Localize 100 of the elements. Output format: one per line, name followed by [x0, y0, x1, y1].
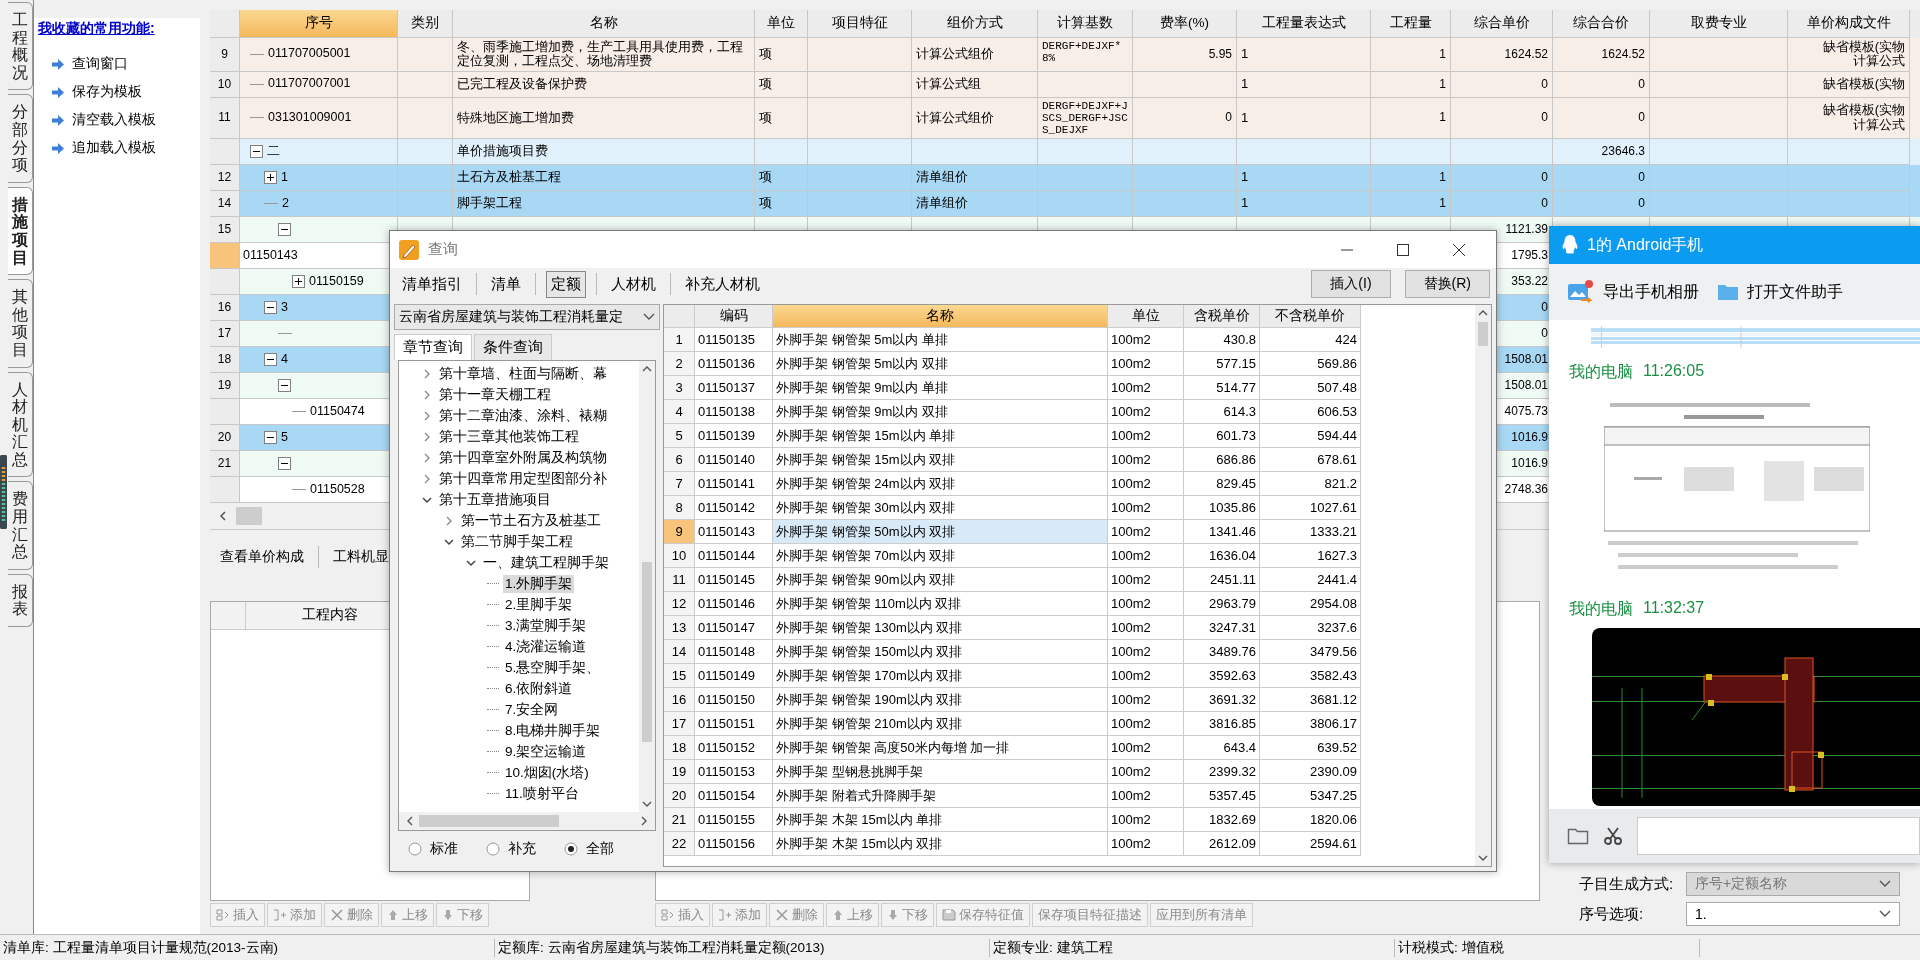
row-header[interactable]: 14: [664, 640, 695, 664]
radio-label[interactable]: 全部: [586, 840, 614, 858]
tree-item[interactable]: 第十五章措施项目: [437, 490, 553, 509]
row-header[interactable]: 16: [210, 294, 240, 321]
library-dropdown[interactable]: 云南省房屋建筑与装饰工程消耗量定: [394, 304, 660, 330]
row-header[interactable]: 20: [664, 784, 695, 808]
scrollbar[interactable]: [399, 812, 655, 830]
radio-button[interactable]: [486, 842, 500, 856]
row-header[interactable]: 1: [664, 328, 695, 352]
expand-toggle[interactable]: [278, 378, 291, 392]
row-header[interactable]: 9: [210, 38, 240, 72]
row-header[interactable]: 11: [664, 568, 695, 592]
favorite-link[interactable]: 追加载入模板: [72, 139, 156, 157]
tree-item[interactable]: 第十一章天棚工程: [437, 385, 553, 404]
column-header[interactable]: 序号: [240, 10, 398, 38]
scroll-right-icon[interactable]: [639, 815, 649, 827]
tree-item[interactable]: 1.外脚手架: [503, 574, 575, 593]
scrollbar-thumb[interactable]: [642, 561, 652, 742]
side-tab[interactable]: 工程概况: [8, 2, 33, 91]
row-header[interactable]: 14: [210, 190, 240, 217]
side-tab[interactable]: 措施项目: [8, 186, 33, 276]
tree-item[interactable]: 10.烟囱(水塔): [503, 763, 591, 782]
row-header[interactable]: 19: [664, 760, 695, 784]
expand-toggle[interactable]: [264, 170, 277, 184]
maximize-icon[interactable]: [1396, 242, 1410, 257]
row-header[interactable]: 16: [664, 688, 695, 712]
expand-toggle[interactable]: [250, 144, 263, 158]
tree-item[interactable]: 2.里脚手架: [503, 595, 575, 614]
row-header[interactable]: 21: [210, 450, 240, 477]
radio-label[interactable]: 标准: [430, 840, 458, 858]
tree-item[interactable]: 8.电梯井脚手架: [503, 721, 603, 740]
radio-label[interactable]: 补充: [508, 840, 536, 858]
column-header[interactable]: 含税单价: [1184, 305, 1260, 328]
tree-item[interactable]: 6.依附斜道: [503, 679, 575, 698]
toolbar-link[interactable]: 导出手机相册: [1603, 281, 1699, 303]
column-header[interactable]: 名称: [773, 305, 1108, 328]
scrollbar-thumb[interactable]: [419, 815, 559, 827]
table-row[interactable]: 二 单价措施项目费 23646.3: [210, 138, 1920, 165]
folder-icon[interactable]: [1567, 827, 1589, 845]
table-row[interactable]: 11 031301009001 特殊地区施工增加费 项 计算公式组价 DERGF+DEJXF+JSCS_DERGF+JSCS_DEJXF 0 1 1 0 0 缺省模板(实物 计算公式: [210, 97, 1920, 139]
row-header[interactable]: 15: [664, 664, 695, 688]
table-row[interactable]: 12 1 土石方及桩基工程 项 清单组价 1 1 0 0: [210, 164, 1920, 191]
row-header[interactable]: 17: [664, 712, 695, 736]
tree-item[interactable]: 11.喷射平台: [503, 784, 581, 803]
row-header[interactable]: 21: [664, 808, 695, 832]
row-header[interactable]: 18: [664, 736, 695, 760]
table-row[interactable]: 14 2 脚手架工程 项 清单组价 1 1 0 0: [210, 190, 1920, 217]
tab[interactable]: 清单: [487, 271, 525, 297]
dialog-button[interactable]: 插入(I): [1311, 270, 1391, 298]
dropdown[interactable]: 1.: [1686, 902, 1900, 927]
scroll-left-icon[interactable]: [405, 815, 415, 827]
expand-toggle[interactable]: [278, 222, 291, 236]
tree-item[interactable]: 第十二章油漆、涂料、裱糊: [437, 406, 609, 425]
side-tab[interactable]: 报表: [8, 573, 33, 628]
tab[interactable]: 定额: [546, 270, 586, 298]
row-header[interactable]: 13: [664, 616, 695, 640]
tree-item[interactable]: 第十章墙、柱面与隔断、幕: [437, 364, 609, 383]
picture-icon[interactable]: [1567, 279, 1595, 305]
tree-item[interactable]: 一、建筑工程脚手架: [481, 553, 611, 572]
radio-button[interactable]: [564, 842, 578, 856]
tab[interactable]: 条件查询: [474, 334, 552, 360]
favorite-link[interactable]: 保存为模板: [72, 83, 142, 101]
side-tab[interactable]: 人材机汇总: [8, 371, 33, 478]
tree-item[interactable]: 5.悬空脚手架、: [503, 658, 603, 677]
tree-item[interactable]: 第十三章其他装饰工程: [437, 427, 581, 446]
row-header[interactable]: 17: [210, 320, 240, 347]
scroll-down-icon[interactable]: [641, 799, 653, 809]
tree-item[interactable]: 4.浇灌运输道: [503, 637, 589, 656]
tab[interactable]: 清单指引: [398, 271, 466, 297]
column-header[interactable]: 单位: [1108, 305, 1184, 328]
row-header[interactable]: 12: [664, 592, 695, 616]
folder-icon[interactable]: [1717, 283, 1739, 301]
row-header[interactable]: 9: [664, 520, 695, 544]
tree-item[interactable]: 7.安全网: [503, 700, 561, 719]
row-header[interactable]: 15: [210, 216, 240, 243]
row-header[interactable]: 3: [664, 376, 695, 400]
table-row[interactable]: 10 011707007001 已完工程及设备保护费 项 计算公式组 1 1 0 0 缺省模板(实物: [210, 71, 1920, 98]
table-row[interactable]: 9 011707005001 冬、雨季施工增加费，生产工具用具使用费，工程定位复测，工程点交、场地清理费 项 计算公式组价 DERGF+DEJXF*8% 5.95 1 1 1624.52 1624.52 缺省模板(实物 计算公式: [210, 38, 1920, 72]
tree-item[interactable]: 第二节脚手架工程: [459, 532, 575, 551]
close-icon[interactable]: [1452, 242, 1466, 257]
tree-item[interactable]: 第十四章室外附属及构筑物: [437, 448, 609, 467]
scrollbar-thumb[interactable]: [1478, 322, 1488, 346]
row-header[interactable]: 6: [664, 448, 695, 472]
expand-toggle[interactable]: [264, 300, 277, 314]
tree-item[interactable]: 第十四章常用定型图部分补: [437, 469, 609, 488]
side-tab[interactable]: 其他项目: [8, 279, 33, 368]
expand-toggle[interactable]: [264, 430, 277, 444]
row-header[interactable]: 4: [664, 400, 695, 424]
toolbar-link[interactable]: 打开文件助手: [1747, 281, 1843, 303]
tab[interactable]: 人材机: [607, 271, 660, 297]
row-header[interactable]: 12: [210, 164, 240, 191]
dialog-button[interactable]: 替换(R): [1404, 270, 1490, 298]
scroll-down-icon[interactable]: [1477, 853, 1489, 863]
tree-item[interactable]: 9.架空运输道: [503, 742, 589, 761]
row-header[interactable]: 20: [210, 424, 240, 451]
column-header[interactable]: 不含税单价: [1260, 305, 1361, 328]
tab[interactable]: 查看单价构成: [218, 544, 306, 571]
scroll-up-icon[interactable]: [1477, 308, 1489, 318]
side-tab[interactable]: 费用汇总: [8, 481, 33, 570]
message-input[interactable]: [1637, 817, 1920, 855]
